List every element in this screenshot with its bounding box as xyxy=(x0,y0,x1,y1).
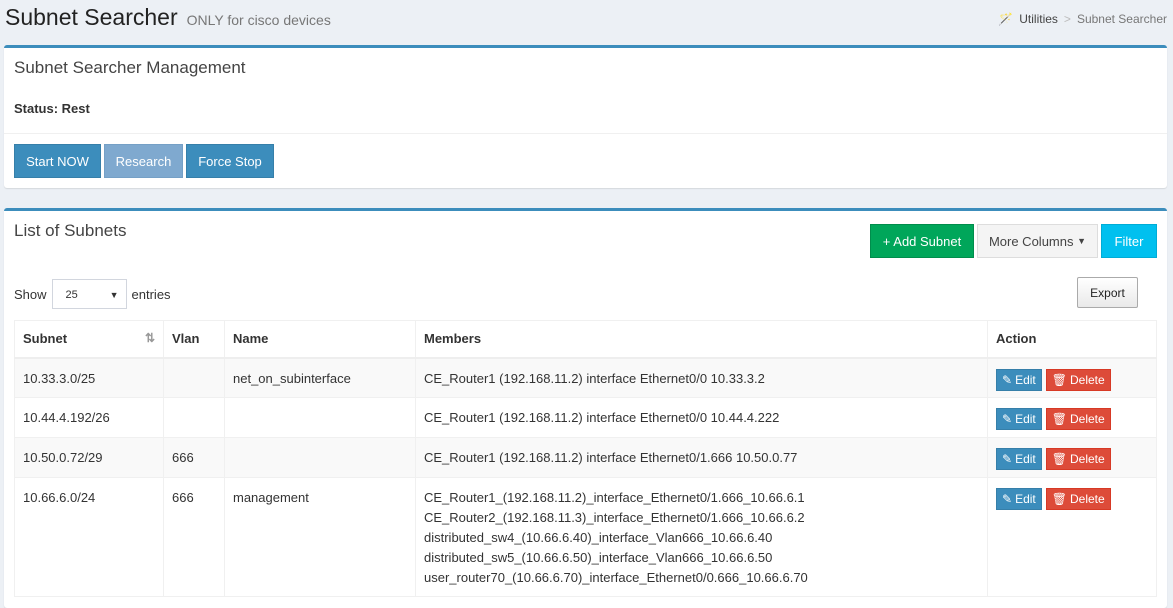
trash-icon: 🗑 xyxy=(1051,452,1067,466)
member-entry: distributed_sw4_(10.66.6.40)_interface_V… xyxy=(424,530,773,545)
edit-button[interactable]: ✎ Edit xyxy=(996,488,1042,510)
management-title: Subnet Searcher Management xyxy=(14,58,246,77)
edit-label: Edit xyxy=(1015,452,1036,466)
cell-subnet: 10.66.6.0/24 xyxy=(14,477,164,597)
table-row: 10.66.6.0/24 666 management CE_Router1_(… xyxy=(14,477,1157,597)
export-button[interactable]: Export xyxy=(1077,277,1138,308)
table-row: 10.33.3.0/25 net_on_subinterface CE_Rout… xyxy=(14,357,1157,398)
page-size-select[interactable]: 25 ▼ xyxy=(51,279,127,309)
delete-button[interactable]: 🗑 Delete xyxy=(1045,448,1111,470)
cell-subnet: 10.33.3.0/25 xyxy=(14,357,164,398)
edit-button[interactable]: ✎ Edit xyxy=(996,448,1042,470)
cell-subnet: 10.50.0.72/29 xyxy=(14,437,164,478)
status-text: Status: Rest xyxy=(14,101,90,116)
subnets-box: List of Subnets + Add Subnet More Column… xyxy=(4,208,1167,608)
edit-label: Edit xyxy=(1015,372,1036,387)
subnets-table: Subnet ⇅ Vlan Name Members Action 10.33.3… xyxy=(14,320,1157,597)
cell-action: ✎ Edit 🗑 Delete xyxy=(987,397,1157,438)
cell-members: CE_Router1 (192.168.11.2) interface Ethe… xyxy=(415,397,988,438)
more-columns-button[interactable]: More Columns ▼ xyxy=(977,224,1098,258)
edit-label: Edit xyxy=(1015,412,1036,426)
cell-subnet: 10.44.4.192/26 xyxy=(14,397,164,438)
cell-action: ✎ Edit 🗑 Delete xyxy=(987,357,1157,398)
member-entry: user_router70_(10.66.6.70)_interface_Eth… xyxy=(424,570,808,585)
member-entry: CE_Router1 (192.168.11.2) interface Ethe… xyxy=(424,410,780,425)
cell-vlan: 666 xyxy=(163,437,225,478)
trash-icon: 🗑 xyxy=(1051,492,1067,506)
magic-wand-icon: 🪄 xyxy=(998,12,1014,26)
breadcrumb: 🪄 Utilities > Subnet Searcher xyxy=(998,12,1167,26)
entries-label: entries xyxy=(131,286,171,302)
cell-name xyxy=(224,397,416,438)
page-size-value: 25 xyxy=(65,289,78,301)
more-columns-label: More Columns xyxy=(988,233,1074,249)
table-row: 10.44.4.192/26 CE_Router1 (192.168.11.2)… xyxy=(14,397,1157,438)
divider xyxy=(4,133,1167,134)
cell-vlan: 666 xyxy=(163,477,225,597)
column-label: Subnet xyxy=(23,331,68,347)
start-now-button[interactable]: Start NOW xyxy=(14,144,101,178)
cell-action: ✎ Edit 🗑 Delete xyxy=(987,437,1157,478)
page-title: Subnet Searcher xyxy=(5,4,178,30)
trash-icon: 🗑 xyxy=(1051,372,1067,387)
page-header: Subnet Searcher ONLY for cisco devices xyxy=(5,4,331,31)
edit-icon: ✎ xyxy=(1002,492,1013,506)
column-header-action: Action xyxy=(987,320,1157,359)
cell-vlan xyxy=(163,397,225,438)
show-label: Show xyxy=(14,286,47,302)
column-header-subnet[interactable]: Subnet ⇅ xyxy=(14,320,164,359)
cell-members: CE_Router1 (192.168.11.2) interface Ethe… xyxy=(415,357,988,398)
sort-icon[interactable]: ⇅ xyxy=(145,331,155,345)
caret-down-icon: ▼ xyxy=(1077,236,1087,246)
page-subtitle: ONLY for cisco devices xyxy=(186,12,331,28)
add-subnet-button[interactable]: + Add Subnet xyxy=(870,224,974,258)
cell-vlan xyxy=(163,357,225,398)
column-header-members[interactable]: Members xyxy=(415,320,988,359)
list-title: List of Subnets xyxy=(14,221,127,240)
edit-icon: ✎ xyxy=(1002,452,1013,466)
member-entry: CE_Router1 (192.168.11.2) interface Ethe… xyxy=(424,370,765,386)
cell-name: net_on_subinterface xyxy=(224,357,416,398)
breadcrumb-current: Subnet Searcher xyxy=(1076,12,1167,26)
member-entry: CE_Router1 (192.168.11.2) interface Ethe… xyxy=(424,450,798,465)
table-row: 10.50.0.72/29 666 CE_Router1 (192.168.11… xyxy=(14,437,1157,478)
member-entry: CE_Router2_(192.168.11.3)_interface_Ethe… xyxy=(424,510,805,525)
cell-action: ✎ Edit 🗑 Delete xyxy=(987,477,1157,597)
column-header-vlan[interactable]: Vlan xyxy=(163,320,225,359)
edit-icon: ✎ xyxy=(1002,412,1013,426)
research-button[interactable]: Research xyxy=(104,144,183,178)
breadcrumb-separator: > xyxy=(1063,12,1071,26)
page-size-control: Show 25 ▼ entries xyxy=(14,279,171,309)
edit-button[interactable]: ✎ Edit xyxy=(996,368,1042,391)
caret-down-icon: ▼ xyxy=(109,290,119,300)
trash-icon: 🗑 xyxy=(1051,412,1067,426)
delete-button[interactable]: 🗑 Delete xyxy=(1045,368,1111,391)
member-entry: distributed_sw5_(10.66.6.50)_interface_V… xyxy=(424,550,773,565)
member-entry: CE_Router1_(192.168.11.2)_interface_Ethe… xyxy=(424,490,805,505)
management-box: Subnet Searcher Management Status: Rest … xyxy=(4,45,1167,188)
delete-label: Delete xyxy=(1069,452,1105,466)
delete-label: Delete xyxy=(1069,372,1105,387)
cell-members: CE_Router1 (192.168.11.2) interface Ethe… xyxy=(415,437,988,478)
edit-button[interactable]: ✎ Edit xyxy=(996,408,1042,430)
edit-icon: ✎ xyxy=(1002,372,1013,387)
breadcrumb-utilities[interactable]: Utilities xyxy=(1019,12,1058,26)
delete-label: Delete xyxy=(1069,492,1105,506)
cell-name: management xyxy=(224,477,416,597)
filter-button[interactable]: Filter xyxy=(1101,224,1157,258)
cell-members: CE_Router1_(192.168.11.2)_interface_Ethe… xyxy=(415,477,988,597)
column-header-name[interactable]: Name xyxy=(224,320,416,359)
delete-button[interactable]: 🗑 Delete xyxy=(1045,488,1111,510)
delete-label: Delete xyxy=(1069,412,1105,426)
cell-name xyxy=(224,437,416,478)
edit-label: Edit xyxy=(1015,492,1036,506)
force-stop-button[interactable]: Force Stop xyxy=(186,144,274,178)
delete-button[interactable]: 🗑 Delete xyxy=(1045,408,1111,430)
